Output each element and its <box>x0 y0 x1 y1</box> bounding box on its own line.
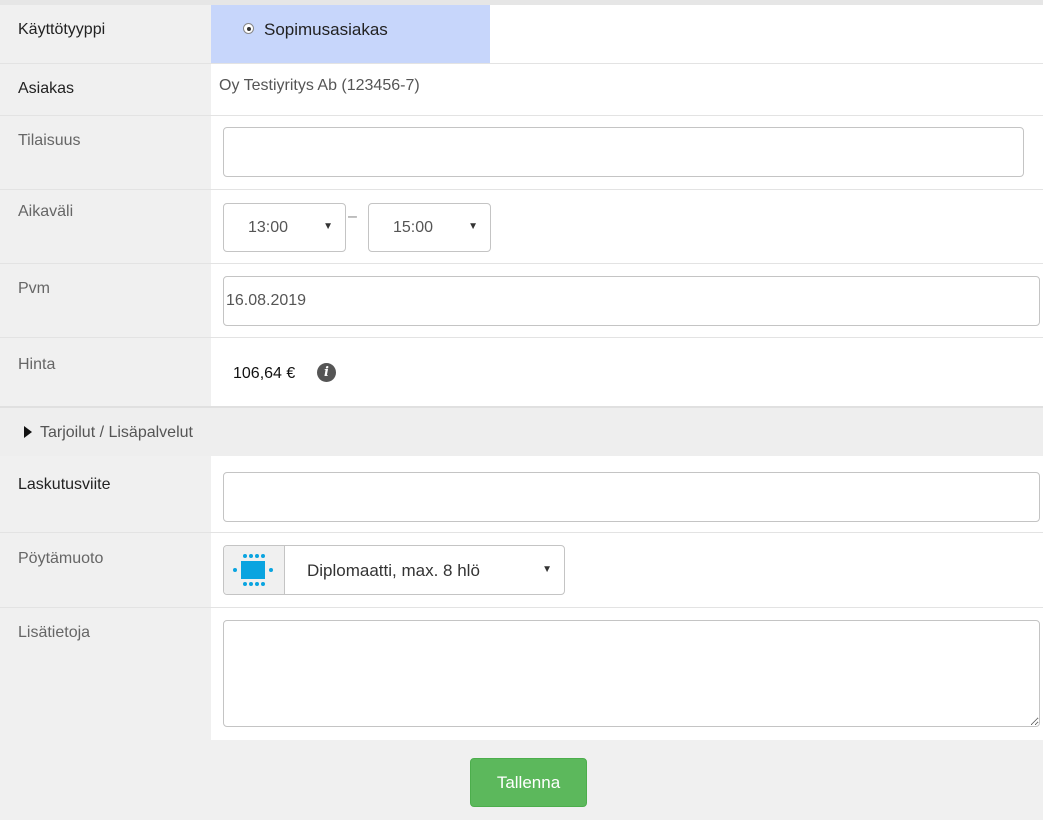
row-date: Pvm <box>0 264 1043 338</box>
billing-ref-input[interactable] <box>223 472 1040 522</box>
form-footer: Tallenna <box>0 740 1043 820</box>
extras-toggle-label: Tarjoilut / Lisäpalvelut <box>40 424 193 441</box>
billing-ref-label: Laskutusviite <box>18 476 111 493</box>
occasion-label: Tilaisuus <box>18 132 81 149</box>
row-time-range: Aikaväli 13:00 ▼ – 15:00 ▼ <box>0 190 1043 264</box>
customer-label: Asiakas <box>18 80 75 97</box>
price-value: 106,64 € <box>233 365 296 382</box>
user-type-option-label: Sopimusasiakas <box>264 20 388 39</box>
end-time-select[interactable]: 15:00 ▼ <box>368 203 491 252</box>
info-icon[interactable]: i <box>317 363 336 382</box>
time-range-label-cell: Aikaväli <box>0 190 211 263</box>
caret-down-icon: ▼ <box>542 564 552 575</box>
customer-label-cell: Asiakas <box>0 64 211 115</box>
price-label: Hinta <box>18 356 56 373</box>
row-table-layout: Pöytämuoto Diplomaatti, max. 8 hlö ▼ <box>0 533 1043 608</box>
row-occasion: Tilaisuus <box>0 116 1043 190</box>
user-type-label: Käyttötyyppi <box>18 21 106 38</box>
user-type-option[interactable]: Sopimusasiakas <box>211 5 490 63</box>
date-label-cell: Pvm <box>0 264 211 337</box>
customer-value: Oy Testiyritys Ab (123456-7) <box>219 77 420 94</box>
save-button[interactable]: Tallenna <box>470 758 587 807</box>
time-range-label: Aikaväli <box>18 203 74 220</box>
date-label: Pvm <box>18 280 50 297</box>
end-time-value: 15:00 <box>393 219 434 236</box>
start-time-select[interactable]: 13:00 ▼ <box>223 203 346 252</box>
table-layout-label: Pöytämuoto <box>18 550 104 567</box>
date-input[interactable] <box>223 276 1040 326</box>
row-additional-info: Lisätietoja <box>0 608 1043 740</box>
caret-down-icon: ▼ <box>468 221 478 232</box>
billing-ref-label-cell: Laskutusviite <box>0 456 211 532</box>
occasion-input[interactable] <box>223 127 1024 177</box>
triangle-right-icon <box>24 426 32 438</box>
table-layout-value: Diplomaatti, max. 8 hlö <box>307 561 480 580</box>
time-range-separator: – <box>348 208 357 225</box>
radio-selected-icon[interactable] <box>243 23 254 34</box>
additional-info-textarea[interactable] <box>223 620 1040 727</box>
additional-info-label: Lisätietoja <box>18 624 91 641</box>
row-user-type: Käyttötyyppi Sopimusasiakas <box>0 5 1043 64</box>
caret-down-icon: ▼ <box>323 221 333 232</box>
user-type-label-cell: Käyttötyyppi <box>0 5 211 63</box>
start-time-value: 13:00 <box>248 219 289 236</box>
occasion-label-cell: Tilaisuus <box>0 116 211 189</box>
row-price: Hinta 106,64 € i <box>0 338 1043 406</box>
table-layout-label-cell: Pöytämuoto <box>0 533 211 607</box>
additional-info-label-cell: Lisätietoja <box>0 608 211 740</box>
row-customer: Asiakas Oy Testiyritys Ab (123456-7) <box>0 64 1043 116</box>
table-layout-select[interactable]: Diplomaatti, max. 8 hlö ▼ <box>223 545 565 595</box>
conference-table-icon <box>233 554 273 586</box>
table-layout-icon-box <box>224 546 285 594</box>
extras-toggle[interactable]: Tarjoilut / Lisäpalvelut <box>0 406 1043 456</box>
row-billing-ref: Laskutusviite <box>0 456 1043 533</box>
price-label-cell: Hinta <box>0 338 211 406</box>
